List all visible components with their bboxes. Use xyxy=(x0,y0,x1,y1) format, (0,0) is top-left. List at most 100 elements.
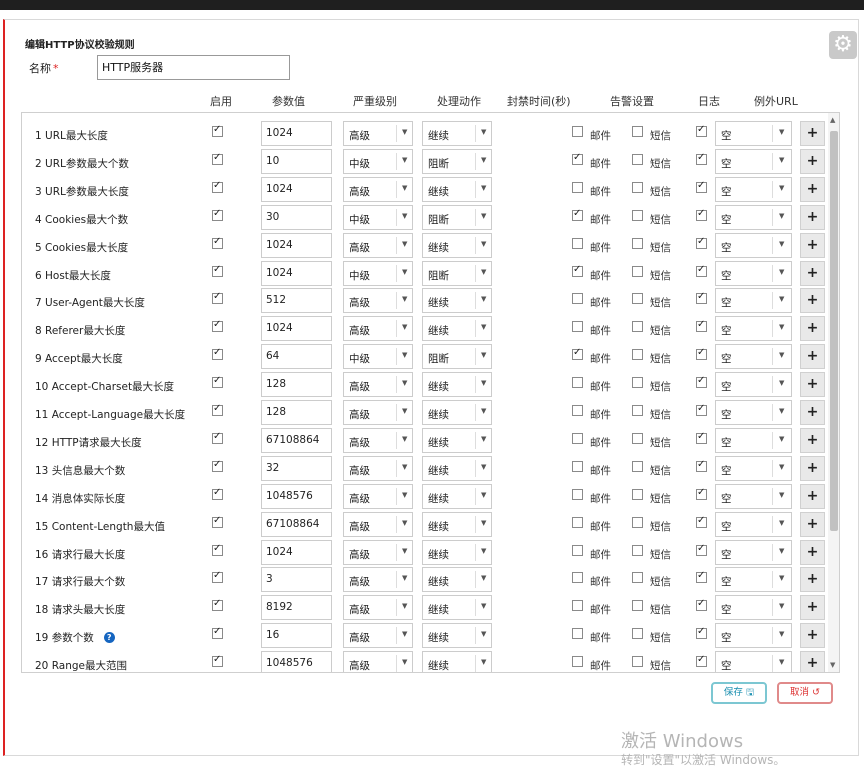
sms-alert-checkbox[interactable] xyxy=(632,516,643,528)
param-value-input[interactable]: 67108864 xyxy=(261,511,332,537)
param-value-input[interactable]: 10 xyxy=(261,148,332,174)
log-checkbox[interactable] xyxy=(696,124,707,137)
sms-alert-checkbox[interactable] xyxy=(632,656,643,668)
email-alert-checkbox[interactable] xyxy=(572,516,583,528)
param-value-input[interactable]: 1024 xyxy=(261,232,332,258)
log-checkbox[interactable] xyxy=(696,570,707,584)
log-checkbox[interactable] xyxy=(696,180,707,193)
plus-icon[interactable]: + xyxy=(800,539,825,565)
enable-checkbox[interactable] xyxy=(212,124,223,137)
email-alert-checkbox[interactable] xyxy=(572,432,583,444)
exception-url-select[interactable]: 空 ▼ xyxy=(715,511,792,537)
plus-icon[interactable]: + xyxy=(800,511,825,537)
action-select[interactable]: 继续 ▼ xyxy=(422,651,492,672)
email-alert-checkbox[interactable] xyxy=(572,181,583,193)
plus-icon[interactable]: + xyxy=(800,483,825,509)
log-checkbox[interactable] xyxy=(696,487,707,500)
enable-checkbox[interactable] xyxy=(212,152,223,165)
sms-alert-checkbox[interactable] xyxy=(632,460,643,472)
param-value-input[interactable]: 128 xyxy=(261,400,332,425)
param-value-input[interactable]: 1048576 xyxy=(261,483,332,509)
enable-checkbox[interactable] xyxy=(212,459,223,472)
log-checkbox[interactable] xyxy=(696,291,707,305)
enable-checkbox[interactable] xyxy=(212,180,223,193)
enable-checkbox[interactable] xyxy=(212,515,223,528)
action-select[interactable]: 继续 ▼ xyxy=(422,121,492,146)
sms-alert-checkbox[interactable] xyxy=(632,600,643,612)
exception-url-select[interactable]: 空 ▼ xyxy=(715,372,792,398)
sms-alert-checkbox[interactable] xyxy=(632,181,643,193)
email-alert-checkbox[interactable] xyxy=(572,405,583,416)
exception-url-select[interactable]: 空 ▼ xyxy=(715,427,792,453)
sms-alert-checkbox[interactable] xyxy=(632,321,643,333)
log-checkbox[interactable] xyxy=(696,208,707,221)
param-value-input[interactable]: 1024 xyxy=(261,316,332,342)
sms-alert-checkbox[interactable] xyxy=(632,293,643,305)
email-alert-checkbox[interactable] xyxy=(572,377,583,389)
param-value-input[interactable]: 1048576 xyxy=(261,651,332,672)
sms-alert-checkbox[interactable] xyxy=(632,544,643,556)
gear-icon[interactable]: ⚙ xyxy=(829,31,857,59)
exception-url-select[interactable]: 空 ▼ xyxy=(715,567,792,593)
log-checkbox[interactable] xyxy=(696,515,707,528)
action-select[interactable]: 继续 ▼ xyxy=(422,316,492,342)
plus-icon[interactable]: + xyxy=(800,176,825,202)
sms-alert-checkbox[interactable] xyxy=(632,349,643,361)
enable-checkbox[interactable] xyxy=(212,291,223,305)
sms-alert-checkbox[interactable] xyxy=(632,572,643,584)
action-select[interactable]: 继续 ▼ xyxy=(422,372,492,398)
log-checkbox[interactable] xyxy=(696,375,707,389)
action-select[interactable]: 阻断 ▼ xyxy=(422,204,492,230)
exception-url-select[interactable]: 空 ▼ xyxy=(715,176,792,202)
enable-checkbox[interactable] xyxy=(212,208,223,221)
severity-select[interactable]: 中级 ▼ xyxy=(343,204,413,230)
enable-checkbox[interactable] xyxy=(212,431,223,444)
sms-alert-checkbox[interactable] xyxy=(632,265,643,277)
exception-url-select[interactable]: 空 ▼ xyxy=(715,288,792,314)
exception-url-select[interactable]: 空 ▼ xyxy=(715,344,792,370)
severity-select[interactable]: 中级 ▼ xyxy=(343,344,413,370)
exception-url-select[interactable]: 空 ▼ xyxy=(715,121,792,146)
exception-url-select[interactable]: 空 ▼ xyxy=(715,455,792,481)
severity-select[interactable]: 高级 ▼ xyxy=(343,483,413,509)
plus-icon[interactable]: + xyxy=(800,567,825,593)
log-checkbox[interactable] xyxy=(696,598,707,612)
email-alert-checkbox[interactable] xyxy=(572,293,583,305)
exception-url-select[interactable]: 空 ▼ xyxy=(715,316,792,342)
severity-select[interactable]: 高级 ▼ xyxy=(343,232,413,258)
param-value-input[interactable]: 1024 xyxy=(261,176,332,202)
name-input[interactable]: HTTP服务器 xyxy=(97,55,290,80)
severity-select[interactable]: 高级 ▼ xyxy=(343,176,413,202)
sms-alert-checkbox[interactable] xyxy=(632,237,643,249)
log-checkbox[interactable] xyxy=(696,347,707,361)
exception-url-select[interactable]: 空 ▼ xyxy=(715,595,792,621)
enable-checkbox[interactable] xyxy=(212,236,223,249)
action-select[interactable]: 继续 ▼ xyxy=(422,567,492,593)
enable-checkbox[interactable] xyxy=(212,487,223,500)
exception-url-select[interactable]: 空 ▼ xyxy=(715,483,792,509)
param-value-input[interactable]: 1024 xyxy=(261,260,332,286)
action-select[interactable]: 继续 ▼ xyxy=(422,623,492,649)
email-alert-checkbox[interactable] xyxy=(572,126,583,137)
action-select[interactable]: 继续 ▼ xyxy=(422,176,492,202)
severity-select[interactable]: 高级 ▼ xyxy=(343,567,413,593)
severity-select[interactable]: 高级 ▼ xyxy=(343,372,413,398)
sms-alert-checkbox[interactable] xyxy=(632,209,643,221)
action-select[interactable]: 继续 ▼ xyxy=(422,511,492,537)
sms-alert-checkbox[interactable] xyxy=(632,153,643,165)
log-checkbox[interactable] xyxy=(696,654,707,668)
email-alert-checkbox[interactable] xyxy=(572,152,583,165)
action-select[interactable]: 阻断 ▼ xyxy=(422,148,492,174)
enable-checkbox[interactable] xyxy=(212,598,223,612)
enable-checkbox[interactable] xyxy=(212,570,223,584)
param-value-input[interactable]: 1024 xyxy=(261,121,332,146)
plus-icon[interactable]: + xyxy=(800,651,825,672)
save-button[interactable]: 保存 🖫 xyxy=(711,682,767,704)
severity-select[interactable]: 高级 ▼ xyxy=(343,400,413,425)
severity-select[interactable]: 中级 ▼ xyxy=(343,148,413,174)
email-alert-checkbox[interactable] xyxy=(572,264,583,277)
enable-checkbox[interactable] xyxy=(212,543,223,556)
severity-select[interactable]: 高级 ▼ xyxy=(343,539,413,565)
severity-select[interactable]: 高级 ▼ xyxy=(343,455,413,481)
log-checkbox[interactable] xyxy=(696,152,707,165)
